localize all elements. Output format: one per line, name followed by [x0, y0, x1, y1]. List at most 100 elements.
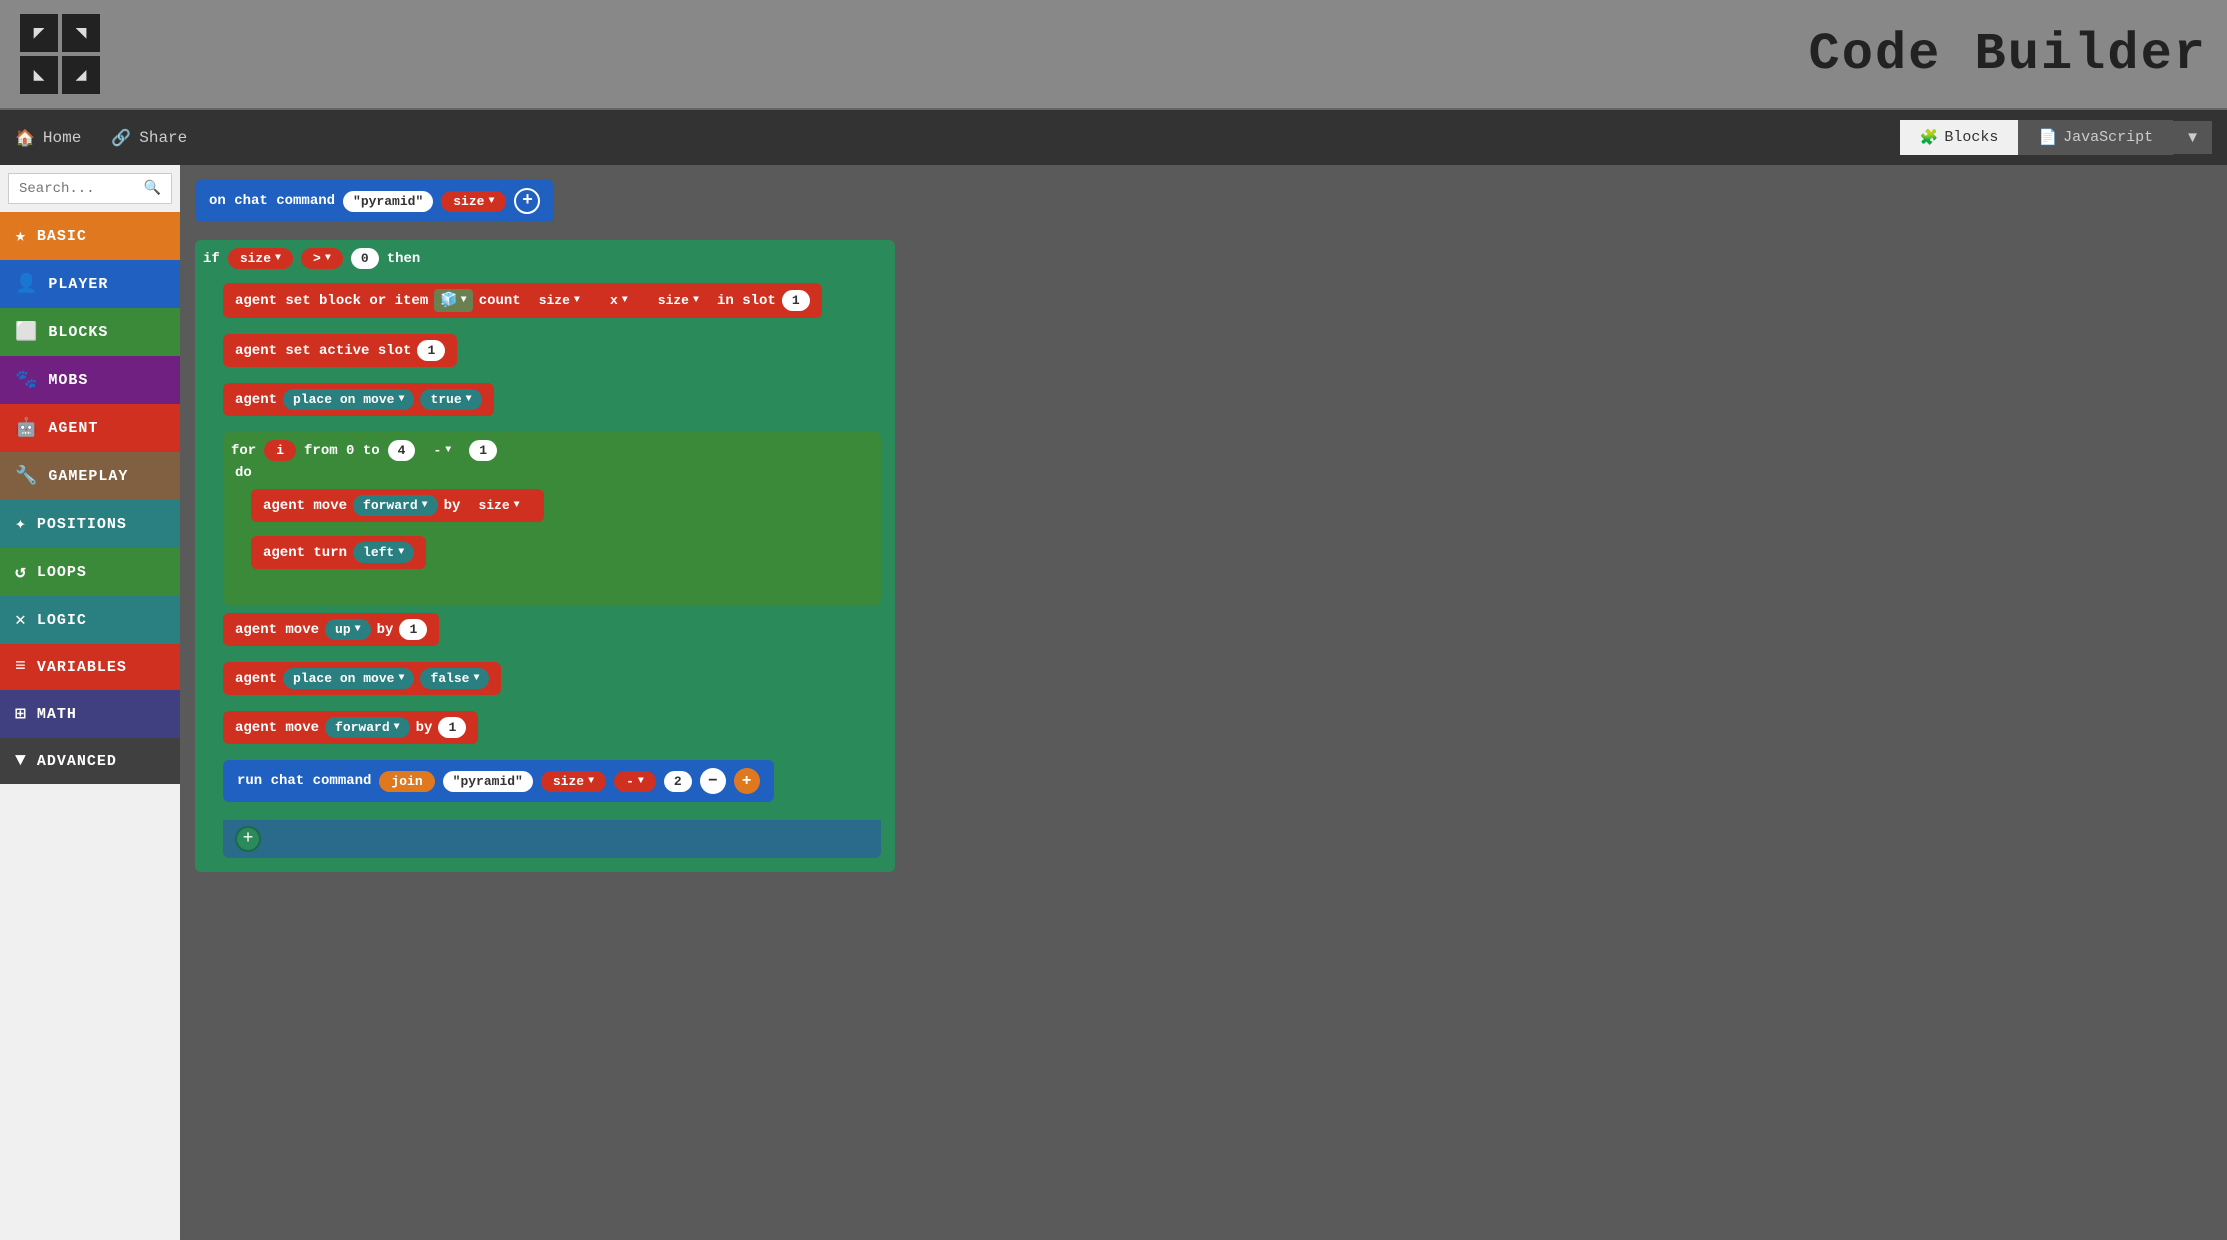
search-input[interactable]: [19, 181, 144, 197]
forward-dir[interactable]: forward ▼: [353, 495, 438, 516]
for-end-val: 4: [388, 440, 416, 461]
agent-set-slot-block[interactable]: agent set active slot 1: [223, 334, 457, 367]
logo-cell-4: ◢: [62, 56, 100, 94]
mobs-icon: 🐾: [15, 369, 38, 391]
sidebar-label-blocks: BLOCKS: [48, 324, 108, 341]
agent-place-on-move-1-line: agent place on move ▼ true ▼: [223, 383, 881, 416]
place-on-move-1-value[interactable]: true ▼: [420, 389, 481, 410]
blocks-button[interactable]: 🧩 Blocks: [1900, 120, 2019, 155]
run-chat-str: "pyramid": [443, 771, 533, 792]
sidebar-label-variables: VARIABLES: [37, 659, 127, 676]
param-dropdown-icon: ▼: [488, 196, 494, 207]
chat-command-param[interactable]: size ▼: [441, 191, 506, 212]
agent-icon: 🤖: [15, 417, 38, 439]
run-chat-num: 2: [664, 771, 692, 792]
logo-cell-2: ◥: [62, 14, 100, 52]
cube-icon: 🧊: [440, 292, 457, 309]
if-header: if size ▼ > ▼ 0 then: [203, 248, 887, 269]
for-op[interactable]: - ▼: [423, 440, 461, 461]
sidebar-label-logic: LOGIC: [37, 612, 87, 629]
search-box[interactable]: 🔍: [8, 173, 172, 204]
share-icon: 🔗: [111, 128, 131, 148]
chat-command-block[interactable]: on chat command "pyramid" size ▼ +: [195, 180, 554, 222]
chevron-down-icon: ▼: [2185, 129, 2200, 146]
run-chat-var[interactable]: size ▼: [541, 771, 606, 792]
agent-move-forward-block[interactable]: agent move forward ▼ by size ▼: [251, 489, 544, 522]
javascript-button[interactable]: 📄 JavaScript: [2018, 120, 2173, 155]
sidebar-item-advanced[interactable]: ▼ ADVANCED: [0, 738, 180, 784]
forward2-dir[interactable]: forward ▼: [325, 717, 410, 738]
agent-move-forward-2-block[interactable]: agent move forward ▼ by 1: [223, 711, 478, 744]
logo-cell-3: ◣: [20, 56, 58, 94]
slot-val: 1: [417, 340, 445, 361]
place-on-move-1-label[interactable]: place on move ▼: [283, 389, 414, 410]
agent-place-on-move-2-line: agent place on move ▼ false ▼: [223, 662, 881, 695]
sidebar-item-player[interactable]: 👤 PLAYER: [0, 260, 180, 308]
decrement-button[interactable]: −: [700, 768, 726, 794]
sidebar-label-math: MATH: [37, 706, 77, 723]
cube-selector[interactable]: 🧊 ▼: [434, 289, 472, 312]
for-block: for i from 0 to 4 - ▼ 1 do: [223, 432, 881, 605]
sidebar-item-math[interactable]: ⊞ MATH: [0, 690, 180, 738]
increment-button[interactable]: +: [734, 768, 760, 794]
run-chat-op[interactable]: - ▼: [614, 771, 656, 792]
mode-dropdown-button[interactable]: ▼: [2173, 121, 2212, 154]
place-on-move-2-label[interactable]: place on move ▼: [283, 668, 414, 689]
sidebar-item-variables[interactable]: ≡ VARIABLES: [0, 644, 180, 690]
if-size-var[interactable]: size ▼: [228, 248, 293, 269]
star-icon: ★: [15, 225, 27, 247]
run-chat-block[interactable]: run chat command join "pyramid" size ▼ -…: [223, 760, 774, 802]
sidebar-item-logic[interactable]: ✕ LOGIC: [0, 596, 180, 644]
sidebar-item-positions[interactable]: ✦ POSITIONS: [0, 500, 180, 548]
sidebar-item-loops[interactable]: ↺ LOOPS: [0, 548, 180, 596]
main-layout: 🔍 ★ BASIC 👤 PLAYER ⬜ BLOCKS 🐾 MOBS 🤖 AGE…: [0, 165, 2227, 1240]
add-block-button[interactable]: +: [235, 826, 261, 852]
sidebar-item-blocks[interactable]: ⬜ BLOCKS: [0, 308, 180, 356]
for-var[interactable]: i: [264, 440, 296, 461]
sidebar-label-mobs: MOBS: [48, 372, 88, 389]
share-label: Share: [139, 129, 187, 147]
add-param-button[interactable]: +: [514, 188, 540, 214]
slot-value: 1: [782, 290, 810, 311]
agent-move-up-block[interactable]: agent move up ▼ by 1: [223, 613, 439, 646]
sidebar-label-positions: POSITIONS: [37, 516, 127, 533]
turn-dir[interactable]: left ▼: [353, 542, 414, 563]
sidebar-item-agent[interactable]: 🤖 AGENT: [0, 404, 180, 452]
size-var-1[interactable]: size ▼: [527, 290, 592, 311]
header: ◤ ◥ ◣ ◢ Code Builder: [0, 0, 2227, 110]
agent-place-on-move-2[interactable]: agent place on move ▼ false ▼: [223, 662, 501, 695]
place-on-move-2-value[interactable]: false ▼: [420, 668, 489, 689]
agent-move-up-line: agent move up ▼ by 1: [223, 613, 881, 646]
up-dir[interactable]: up ▼: [325, 619, 371, 640]
sidebar-label-agent: AGENT: [48, 420, 98, 437]
loops-icon: ↺: [15, 561, 27, 583]
agent-place-on-move-1[interactable]: agent place on move ▼ true ▼: [223, 383, 494, 416]
navbar: 🏠 Home 🔗 Share 🧩 Blocks 📄 JavaScript ▼: [0, 110, 2227, 165]
agent-set-block-line: agent set block or item 🧊 ▼ count size ▼…: [223, 283, 881, 318]
for-step-val: 1: [469, 440, 497, 461]
sidebar-item-basic[interactable]: ★ BASIC: [0, 212, 180, 260]
size-var-2[interactable]: size ▼: [646, 290, 711, 311]
forward-amount[interactable]: size ▼: [466, 495, 531, 516]
then-keyword: then: [387, 251, 421, 267]
for-bottom: [231, 585, 873, 597]
agent-set-block[interactable]: agent set block or item 🧊 ▼ count size ▼…: [223, 283, 822, 318]
nav-home[interactable]: 🏠 Home: [15, 128, 81, 148]
nav-share[interactable]: 🔗 Share: [111, 128, 187, 148]
logo-cell-1: ◤: [20, 14, 58, 52]
x-op[interactable]: x ▼: [598, 290, 640, 311]
if-operator[interactable]: > ▼: [301, 248, 343, 269]
math-icon: ⊞: [15, 703, 27, 725]
op-dropdown-icon: ▼: [325, 253, 331, 264]
gameplay-icon: 🔧: [15, 465, 38, 487]
agent-turn-line: agent turn left ▼: [251, 536, 869, 569]
logic-icon: ✕: [15, 609, 27, 631]
sidebar-item-mobs[interactable]: 🐾 MOBS: [0, 356, 180, 404]
sidebar-item-gameplay[interactable]: 🔧 GAMEPLAY: [0, 452, 180, 500]
agent-turn-block[interactable]: agent turn left ▼: [251, 536, 426, 569]
agent-move-forward-line: agent move forward ▼ by size ▼: [251, 489, 869, 522]
home-icon: 🏠: [15, 128, 35, 148]
sidebar-label-advanced: ADVANCED: [37, 753, 117, 770]
nav-right: 🧩 Blocks 📄 JavaScript ▼: [1900, 120, 2212, 155]
chat-command-prefix: on chat command: [209, 193, 335, 209]
